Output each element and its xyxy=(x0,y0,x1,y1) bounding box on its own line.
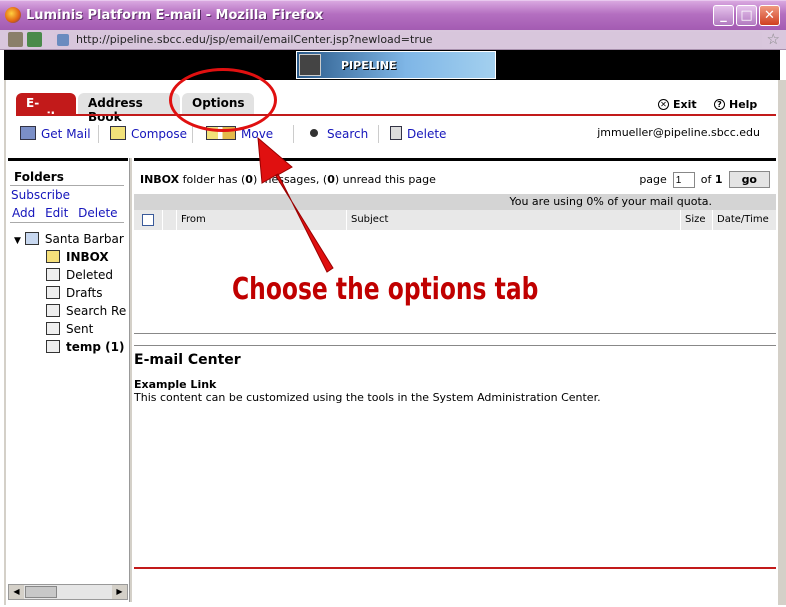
annotation-text: Choose the options tab xyxy=(232,272,539,307)
